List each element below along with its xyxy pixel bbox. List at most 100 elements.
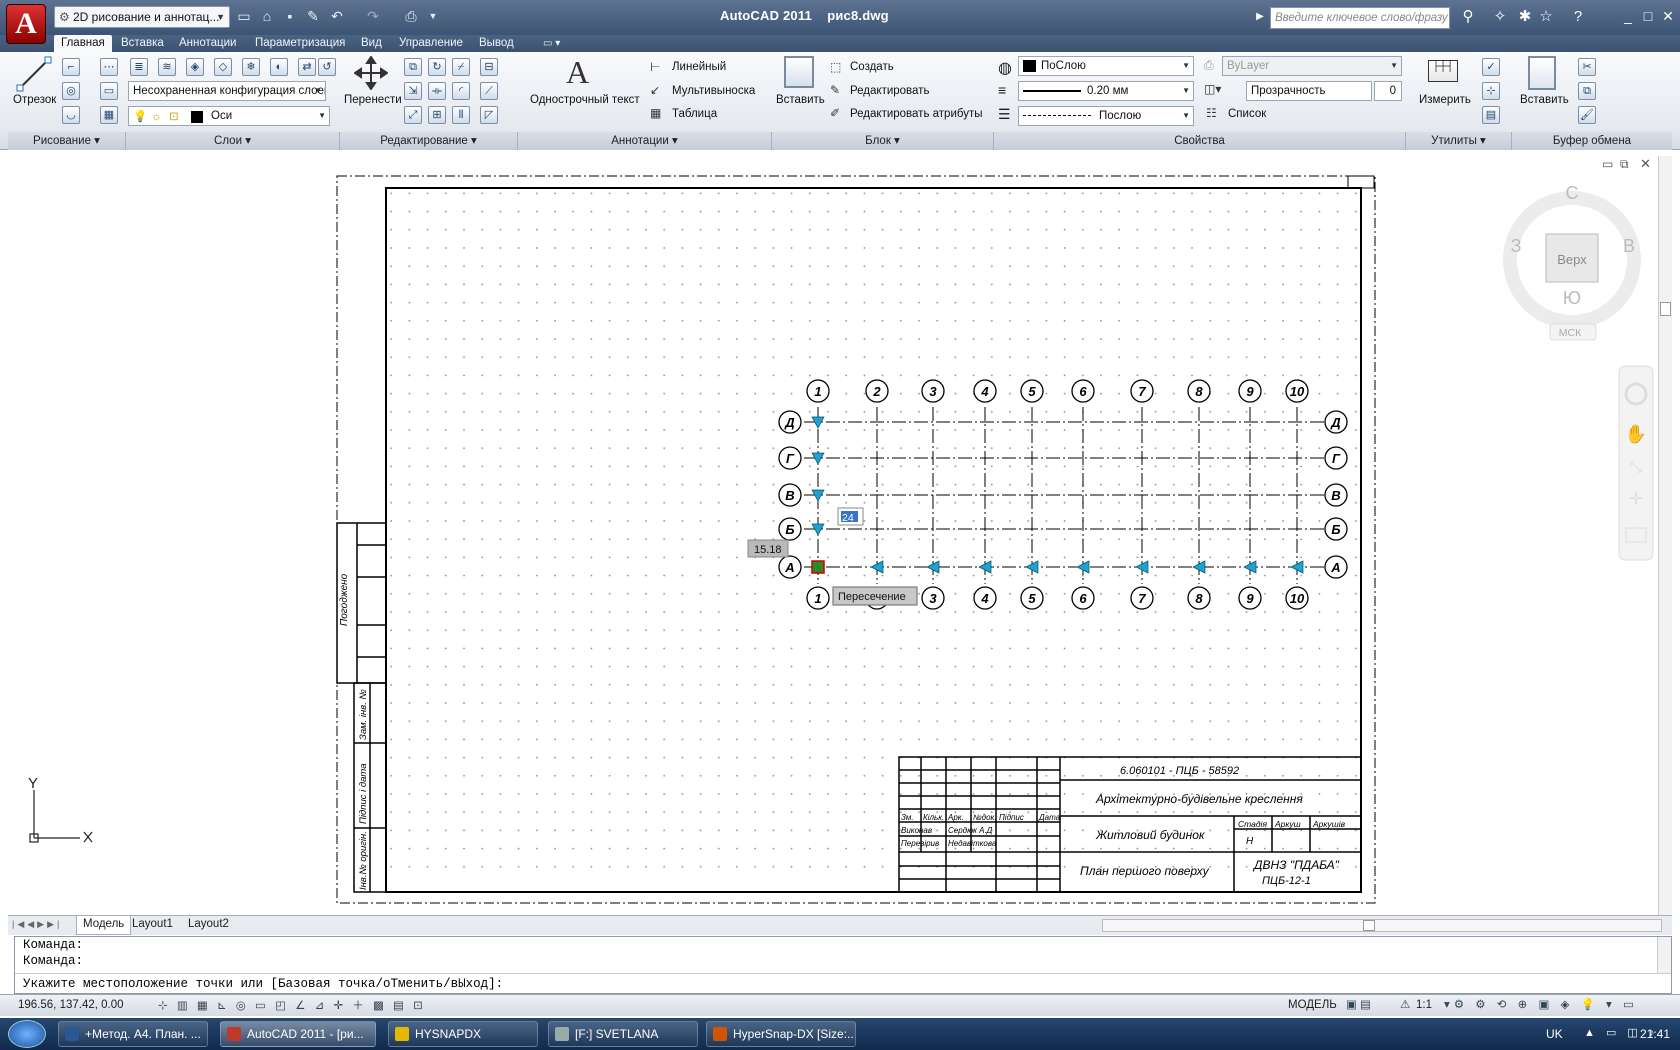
transparency-icon[interactable]: ◫▾ <box>1204 82 1221 96</box>
open-file-icon[interactable]: ⌂ <box>258 7 276 25</box>
edit-attributes-label[interactable]: Редактировать атрибуты <box>850 108 982 120</box>
move-label[interactable]: Перенести <box>344 94 402 106</box>
tab-home[interactable]: Главная <box>54 35 112 52</box>
save-icon[interactable]: ▪ <box>281 7 299 25</box>
help-icon[interactable]: ? <box>1568 7 1588 27</box>
undo-icon[interactable]: ↶ <box>328 7 346 25</box>
match-properties-icon[interactable]: ◍ <box>998 58 1012 78</box>
annotation-scale[interactable]: 1:1 <box>1416 999 1432 1011</box>
select-all-icon[interactable]: ⊹ <box>1482 82 1500 100</box>
viewcube-top-face[interactable]: Верх <box>1557 252 1587 267</box>
layer-state-dropdown[interactable]: Несохраненная конфигурация слоев ▼ <box>128 81 326 101</box>
tab-insert[interactable]: Вставка <box>114 35 171 52</box>
current-layer-dropdown[interactable]: 💡 ☼ ⊡ Оси ▼ <box>128 106 330 126</box>
lightbulb-icon[interactable]: 💡 <box>133 108 147 125</box>
sun-icon[interactable]: ☼ <box>151 108 162 125</box>
taskbar-item-hysnapdx[interactable]: HYSNAPDX <box>388 1021 538 1047</box>
insert-block-icon[interactable] <box>784 56 814 88</box>
panel-draw-title[interactable]: Рисование ▾ <box>8 132 126 150</box>
color-dropdown[interactable]: ПоСлою ▼ <box>1018 56 1194 76</box>
qat-dropdown-icon[interactable]: ▼ <box>424 7 442 25</box>
text-tool-icon[interactable]: A <box>566 54 589 91</box>
rotate-icon[interactable]: ↻ <box>428 58 446 76</box>
tab-layout1[interactable]: Layout1 <box>132 918 173 930</box>
model-space-toggle[interactable]: МОДЕЛЬ <box>1288 999 1337 1011</box>
multileader-icon[interactable]: ↙ <box>650 83 660 97</box>
horizontal-scroll-thumb[interactable] <box>1363 920 1375 931</box>
single-line-text-label[interactable]: Однострочный текст <box>530 94 640 106</box>
language-indicator[interactable]: UK <box>1546 1027 1563 1041</box>
viewcube-north[interactable]: С <box>1566 183 1579 203</box>
viewport-close-icon[interactable]: ✕ <box>1640 156 1651 171</box>
tab-output[interactable]: Вывод <box>472 35 521 52</box>
tab-nav-icons[interactable]: |◀◀▶▶| <box>12 919 62 930</box>
navigation-bar[interactable]: ✋ ⤡ ✛ <box>1618 365 1654 561</box>
insert-block-label[interactable]: Вставить <box>776 94 825 106</box>
linetype-dropdown[interactable]: Послою ▼ <box>1018 106 1194 126</box>
vertical-scrollbar[interactable] <box>1658 156 1672 916</box>
create-block-icon[interactable]: ⬚ <box>830 60 841 74</box>
edit-attributes-icon[interactable]: ✐ <box>830 106 840 120</box>
ellipse-tool-icon[interactable]: ⋯ <box>100 58 118 76</box>
vertical-scroll-thumb[interactable] <box>1660 302 1671 316</box>
multileader-label[interactable]: Мультивыноска <box>672 85 755 97</box>
transparency-value[interactable]: 0 <box>1374 81 1402 101</box>
dimension-icon[interactable]: ⊢ <box>650 60 660 74</box>
new-file-icon[interactable]: ▭ <box>235 7 253 25</box>
trim-icon[interactable]: ⌿ <box>452 58 470 76</box>
quick-select-icon[interactable]: ✓ <box>1482 58 1500 76</box>
viewcube-east[interactable]: В <box>1623 236 1635 256</box>
subscription-icon[interactable]: ✧ <box>1490 7 1510 27</box>
layer-isolate-icon[interactable]: ◈ <box>186 58 204 76</box>
calculator-icon[interactable]: ▤ <box>1482 106 1500 124</box>
panel-block-title[interactable]: Блок ▾ <box>772 132 994 150</box>
drawing-svg[interactable]: Погоджено Зам. інв. № Підпис і дата Інв.… <box>8 156 1658 916</box>
panel-properties-title[interactable]: Свойства <box>994 132 1406 150</box>
edit-block-icon[interactable]: ✎ <box>830 83 840 97</box>
plot-style-dropdown[interactable]: ByLayer ▼ <box>1222 56 1402 76</box>
layer-previous-icon[interactable]: ↺ <box>318 58 336 76</box>
layer-state-icon[interactable]: ≋ <box>158 58 176 76</box>
viewport-minimize-icon[interactable]: ▭ <box>1602 157 1613 171</box>
offset-icon[interactable]: ⫴ <box>452 106 470 124</box>
tab-layout2[interactable]: Layout2 <box>188 918 229 930</box>
layer-off-icon[interactable]: ◐ <box>270 58 288 76</box>
polyline-icon[interactable]: ⌐ <box>62 58 80 76</box>
layer-match-icon[interactable]: ⇄ <box>298 58 316 76</box>
viewcube-south[interactable]: Ю <box>1563 288 1581 308</box>
dyn-input-value[interactable]: 24 <box>842 512 854 524</box>
hatch-icon[interactable]: ▦ <box>100 106 118 124</box>
panel-modify-title[interactable]: Редактирование ▾ <box>340 132 518 150</box>
search-input[interactable]: Введите ключевое слово/фразу <box>1270 7 1450 29</box>
viewport-restore-icon[interactable]: ⧉ <box>1620 157 1629 171</box>
favorites-star-icon[interactable]: ☆ <box>1536 7 1556 27</box>
binoculars-icon[interactable]: ⚲ <box>1458 7 1478 27</box>
mirror-icon[interactable]: ⟛ <box>428 82 446 100</box>
lineweight-dropdown[interactable]: 0.20 мм ▼ <box>1018 81 1194 101</box>
command-window[interactable]: Команда: Команда: Укажите местоположение… <box>14 936 1672 994</box>
panel-clipboard-title[interactable]: Буфер обмена <box>1512 132 1672 150</box>
list-label[interactable]: Список <box>1228 108 1266 120</box>
drafting-toggles[interactable]: ⊹ ▥ ▦ ⊾ ◎ ▭ ◰ ∠ ⊿ ✛ ＋ ▩ ▤ ⊡ <box>158 997 426 1013</box>
table-icon[interactable]: ▦ <box>650 106 661 120</box>
horizontal-scrollbar[interactable] <box>1102 919 1662 932</box>
clock[interactable]: 21:41 <box>1640 1027 1670 1041</box>
taskbar-item-word[interactable]: +Метод. А4. План. ... <box>58 1021 208 1047</box>
start-button[interactable] <box>8 1020 46 1048</box>
stretch-icon[interactable]: ⇲ <box>404 82 422 100</box>
tab-annotate[interactable]: Аннотации <box>172 35 243 52</box>
annotation-scale-icon[interactable]: ⚠ <box>1400 997 1410 1011</box>
tab-parametric[interactable]: Параметризация <box>248 35 352 52</box>
dimension-label[interactable]: Линейный <box>672 61 726 73</box>
plot-icon[interactable]: ⎙ <box>402 7 420 25</box>
list-icon[interactable]: ☷ <box>1206 106 1217 120</box>
workspace-dropdown[interactable]: ⚙ 2D рисование и аннотац... ▼ <box>54 6 230 28</box>
expand-search-icon[interactable]: ▶ <box>1250 7 1270 27</box>
panel-annotation-title[interactable]: Аннотации ▾ <box>518 132 772 150</box>
paste-icon[interactable] <box>1528 56 1556 90</box>
taskbar-item-hypersnap[interactable]: HyperSnap-DX [Size:... <box>706 1021 856 1047</box>
line-tool-icon[interactable] <box>16 56 54 92</box>
viewcube-west[interactable]: З <box>1511 236 1522 256</box>
edit-block-label[interactable]: Редактировать <box>850 85 929 97</box>
close-button[interactable]: ✕ <box>1656 5 1680 27</box>
